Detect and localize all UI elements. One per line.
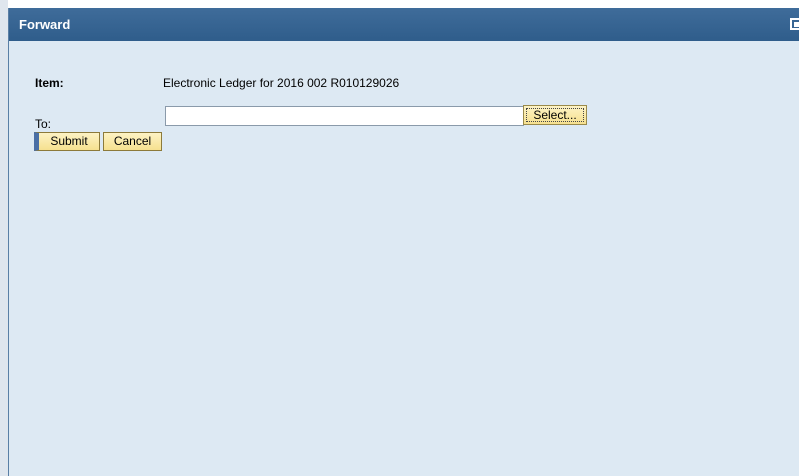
select-button[interactable]: Select... (523, 105, 587, 125)
dialog-title: Forward (19, 17, 71, 32)
item-value: Electronic Ledger for 2016 002 R01012902… (163, 76, 400, 90)
cancel-button[interactable]: Cancel (103, 132, 162, 151)
dialog-titlebar: Forward (9, 8, 799, 41)
to-label: To: (35, 117, 52, 131)
forward-dialog: Forward Item: Electronic Ledger for 2016… (8, 8, 799, 476)
submit-button[interactable]: Submit (34, 132, 100, 151)
maximize-icon[interactable] (790, 18, 799, 30)
background-strip (0, 0, 8, 476)
to-input[interactable] (165, 106, 524, 126)
item-label: Item: (35, 76, 64, 90)
